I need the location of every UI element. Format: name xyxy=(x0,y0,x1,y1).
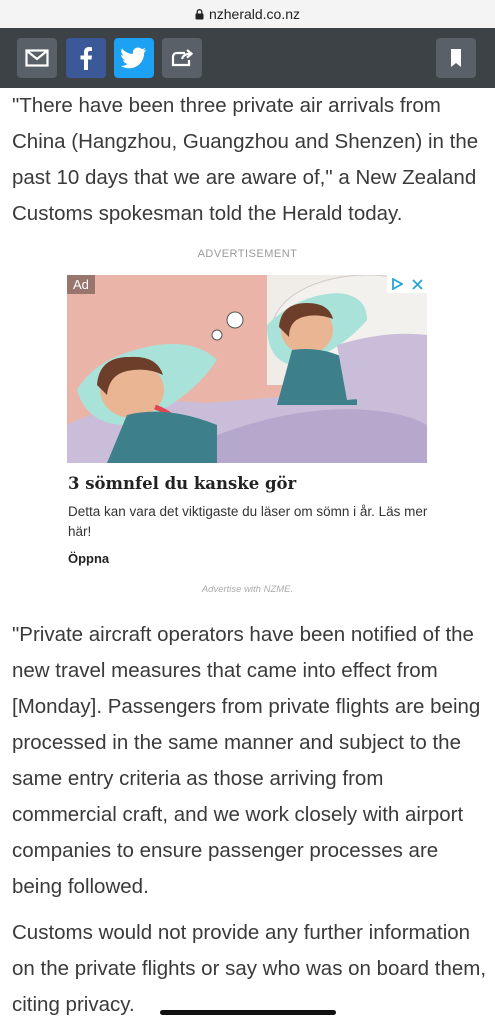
ad-image[interactable]: Ad xyxy=(67,275,427,463)
envelope-icon xyxy=(25,49,49,67)
ad-badge: Ad xyxy=(67,275,95,294)
address-bar[interactable]: nzherald.co.nz xyxy=(0,0,495,28)
article-paragraph: Customs would not provide any further in… xyxy=(12,921,487,1016)
share-button[interactable] xyxy=(162,38,202,78)
facebook-icon xyxy=(80,47,92,70)
facebook-share-button[interactable] xyxy=(66,38,106,78)
share-toolbar xyxy=(0,28,495,88)
ad-description: Detta kan vara det viktigaste du läser o… xyxy=(68,504,428,539)
lock-icon xyxy=(195,8,204,19)
ad-illustration xyxy=(67,275,427,463)
share-arrow-icon xyxy=(171,49,194,67)
advertise-with-link[interactable]: Advertise with NZME. xyxy=(0,584,495,595)
twitter-share-button[interactable] xyxy=(114,38,154,78)
adchoices-button[interactable] xyxy=(387,275,427,293)
article-paragraph: "There have been three private air arriv… xyxy=(12,94,479,225)
twitter-icon xyxy=(121,47,146,69)
ad-headline[interactable]: 3 sömnfel du kanske gör xyxy=(68,474,296,493)
advertisement-label: ADVERTISEMENT xyxy=(197,248,298,260)
email-share-button[interactable] xyxy=(17,38,57,78)
home-indicator[interactable] xyxy=(160,1010,336,1015)
adchoices-icon xyxy=(392,278,404,290)
bookmark-button[interactable] xyxy=(436,38,476,78)
ad-open-link[interactable]: Öppna xyxy=(68,551,109,566)
url-text: nzherald.co.nz xyxy=(208,6,301,22)
bookmark-icon xyxy=(451,49,461,67)
close-icon[interactable] xyxy=(412,278,423,290)
article-paragraph: "Private aircraft operators have been no… xyxy=(12,623,481,898)
